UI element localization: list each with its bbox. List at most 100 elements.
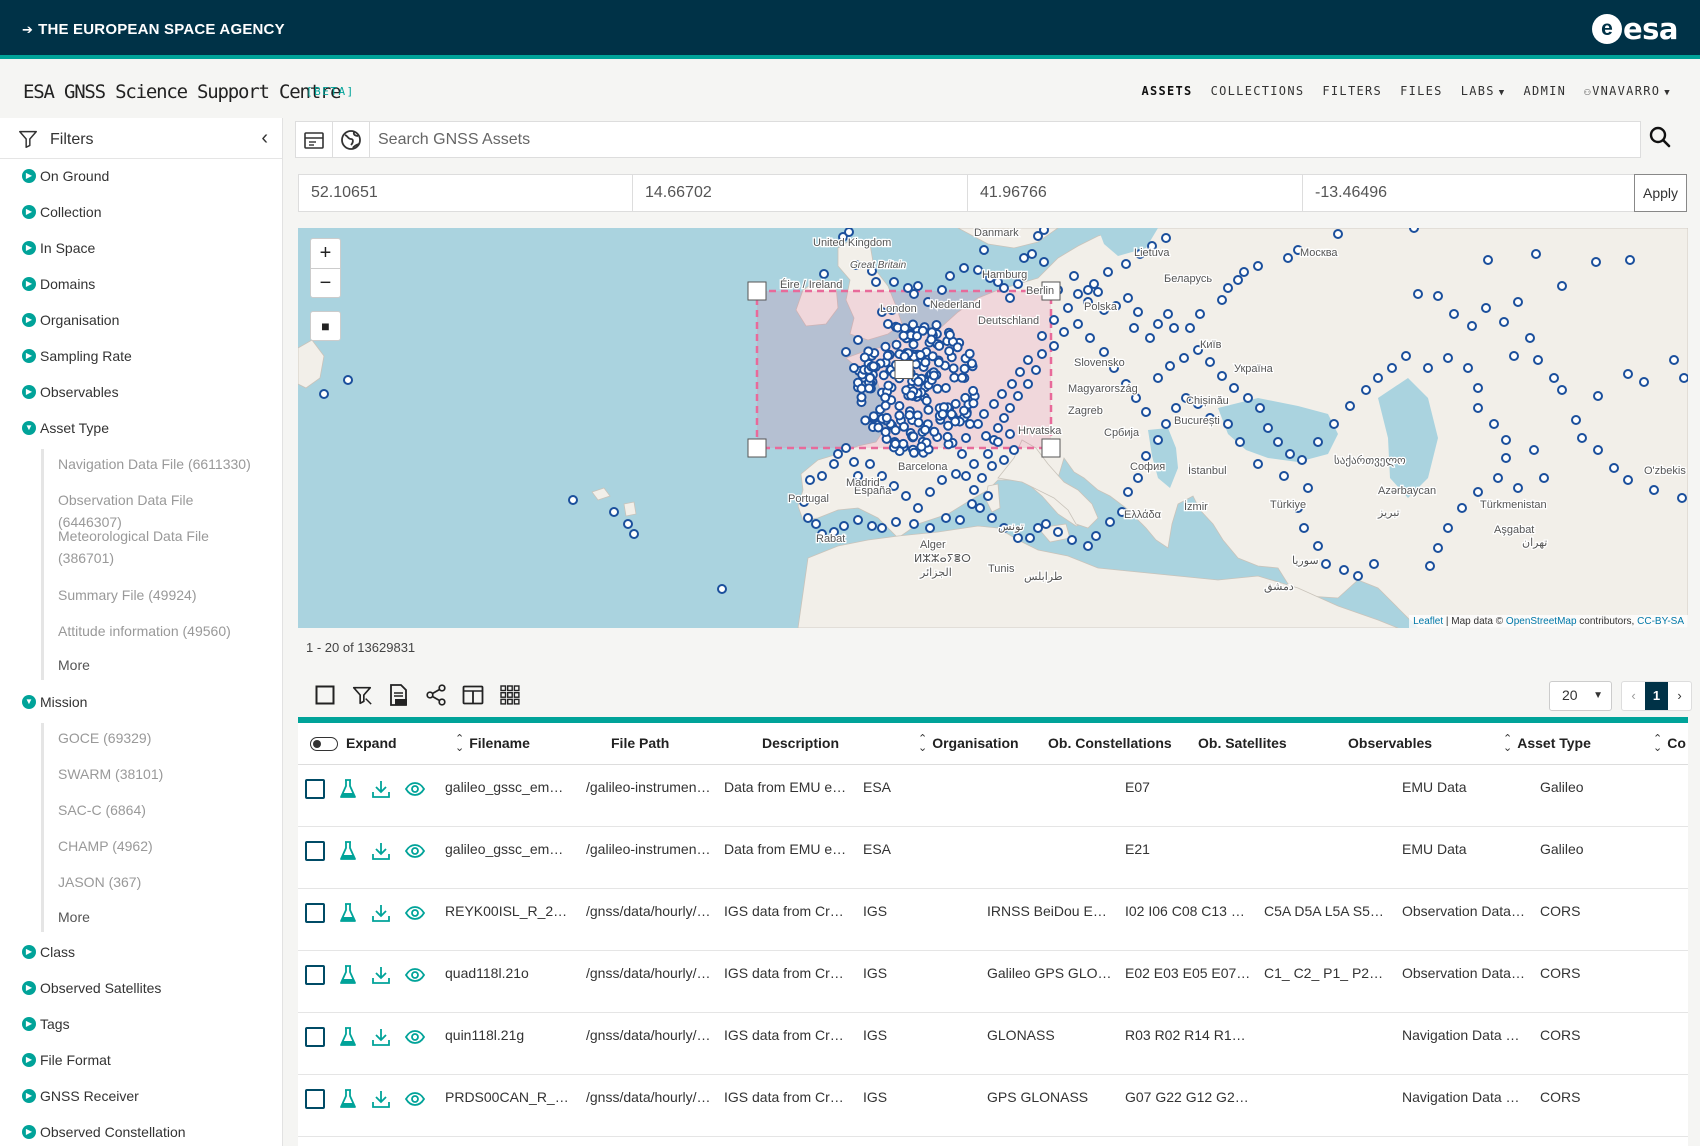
station-marker[interactable] bbox=[913, 503, 923, 513]
station-marker[interactable] bbox=[979, 245, 989, 255]
station-marker[interactable] bbox=[961, 471, 971, 481]
apply-bbox-button[interactable]: Apply bbox=[1634, 174, 1687, 212]
station-marker[interactable] bbox=[1067, 535, 1077, 545]
station-marker[interactable] bbox=[829, 459, 839, 469]
station-marker[interactable] bbox=[942, 431, 953, 442]
station-marker[interactable] bbox=[844, 228, 854, 237]
cell-filename[interactable]: PRDS00CAN_R_… bbox=[445, 1089, 570, 1105]
prev-page-button[interactable]: ‹ bbox=[1622, 682, 1645, 710]
station-marker[interactable] bbox=[1131, 393, 1141, 403]
station-marker[interactable] bbox=[1649, 485, 1659, 495]
facet-on-ground[interactable]: ▶ On Ground bbox=[22, 168, 109, 184]
station-marker[interactable] bbox=[883, 380, 894, 391]
nav-collections[interactable]: COLLECTIONS bbox=[1211, 84, 1305, 98]
station-marker[interactable] bbox=[1169, 323, 1179, 333]
station-marker[interactable] bbox=[952, 342, 963, 353]
station-marker[interactable] bbox=[999, 455, 1009, 465]
station-marker[interactable] bbox=[944, 346, 955, 357]
station-marker[interactable] bbox=[899, 323, 910, 334]
station-marker[interactable] bbox=[977, 473, 987, 483]
facet-collection[interactable]: ▶ Collection bbox=[22, 204, 101, 220]
station-marker[interactable] bbox=[1373, 373, 1383, 383]
station-marker[interactable] bbox=[1571, 415, 1581, 425]
station-marker[interactable] bbox=[1217, 371, 1227, 381]
station-marker[interactable] bbox=[906, 390, 917, 401]
facet-gnss-receiver[interactable]: ▶ GNSS Receiver bbox=[22, 1088, 139, 1104]
station-marker[interactable] bbox=[949, 372, 960, 383]
cell-filename[interactable]: galileo_gssc_em… bbox=[445, 841, 570, 857]
station-marker[interactable] bbox=[929, 426, 940, 437]
app-title[interactable]: ESA GNSS Science Support Centre bbox=[23, 81, 342, 103]
station-marker[interactable] bbox=[908, 339, 919, 350]
expand-toggle[interactable] bbox=[310, 737, 338, 751]
row-checkbox[interactable] bbox=[305, 965, 325, 985]
station-marker[interactable] bbox=[1457, 503, 1467, 513]
station-marker[interactable] bbox=[1513, 483, 1523, 493]
station-marker[interactable] bbox=[853, 335, 863, 345]
facet-file-format[interactable]: ▶ File Format bbox=[22, 1052, 111, 1068]
facet-observed-constellation[interactable]: ▶ Observed Constellation bbox=[22, 1124, 186, 1140]
nav-admin[interactable]: ADMIN bbox=[1524, 84, 1567, 98]
station-marker[interactable] bbox=[1283, 253, 1293, 263]
license-link[interactable]: CC-BY-SA bbox=[1637, 616, 1684, 627]
cell-filename[interactable]: REYK00ISL_R_2… bbox=[445, 903, 570, 919]
station-marker[interactable] bbox=[1433, 291, 1443, 301]
station-marker[interactable] bbox=[1623, 475, 1633, 485]
station-marker[interactable] bbox=[1059, 327, 1069, 337]
station-marker[interactable] bbox=[1027, 249, 1037, 259]
station-marker[interactable] bbox=[909, 447, 919, 458]
bbox-east-input[interactable] bbox=[633, 174, 968, 212]
station-marker[interactable] bbox=[1443, 523, 1453, 533]
station-marker[interactable] bbox=[819, 269, 829, 279]
cell-filename[interactable]: quin118l.21g bbox=[445, 1027, 570, 1043]
search-icon[interactable] bbox=[1649, 126, 1671, 148]
table-row[interactable]: quin118l.21g/gnss/data/hourly/… IGS data … bbox=[298, 1013, 1688, 1075]
station-marker[interactable] bbox=[1085, 333, 1095, 343]
zoom-in-button[interactable]: + bbox=[311, 239, 340, 268]
next-page-button[interactable]: › bbox=[1668, 682, 1691, 710]
station-marker[interactable] bbox=[1205, 357, 1215, 367]
station-marker[interactable] bbox=[999, 413, 1009, 423]
station-marker[interactable] bbox=[975, 503, 985, 513]
station-marker[interactable] bbox=[981, 431, 991, 441]
station-marker[interactable] bbox=[1639, 377, 1649, 387]
station-marker[interactable] bbox=[968, 385, 979, 396]
station-marker[interactable] bbox=[1625, 255, 1635, 265]
station-marker[interactable] bbox=[983, 449, 993, 459]
station-marker[interactable] bbox=[717, 584, 727, 594]
station-marker[interactable] bbox=[1013, 391, 1023, 401]
station-marker[interactable] bbox=[1539, 473, 1549, 483]
station-marker[interactable] bbox=[961, 433, 971, 443]
flask-icon[interactable] bbox=[339, 903, 357, 923]
station-marker[interactable] bbox=[865, 373, 875, 383]
station-marker[interactable] bbox=[967, 499, 977, 509]
bbox-resize-handle[interactable] bbox=[747, 438, 767, 458]
col-filename[interactable]: ⌃ ⌄ Filename bbox=[455, 734, 530, 754]
facet-class[interactable]: ▶ Class bbox=[22, 944, 75, 960]
station-marker[interactable] bbox=[877, 523, 887, 533]
station-marker[interactable] bbox=[1099, 347, 1109, 357]
col-more[interactable]: ⌃ ⌄ Co bbox=[1653, 734, 1686, 754]
download-icon[interactable] bbox=[371, 779, 391, 799]
station-marker[interactable] bbox=[1423, 363, 1433, 373]
station-marker[interactable] bbox=[989, 399, 999, 409]
station-marker[interactable] bbox=[909, 289, 919, 299]
more-options-link[interactable]: More bbox=[58, 654, 258, 676]
facet-tags[interactable]: ▶ Tags bbox=[22, 1016, 70, 1032]
eye-icon[interactable] bbox=[405, 967, 425, 983]
station-marker[interactable] bbox=[881, 412, 892, 423]
station-marker[interactable] bbox=[1493, 473, 1503, 483]
station-marker[interactable] bbox=[1025, 533, 1035, 543]
station-marker[interactable] bbox=[987, 513, 997, 523]
nav-user-menu[interactable]: ⚇VNAVARRO ▼ bbox=[1584, 84, 1671, 98]
station-marker[interactable] bbox=[1133, 473, 1143, 483]
station-marker[interactable] bbox=[1153, 319, 1163, 329]
station-marker[interactable] bbox=[937, 285, 947, 295]
facet-asset-type[interactable]: ▼ Asset Type bbox=[22, 420, 109, 436]
station-marker[interactable] bbox=[948, 363, 959, 374]
station-marker[interactable] bbox=[1129, 323, 1139, 333]
download-icon[interactable] bbox=[371, 841, 391, 861]
station-marker[interactable] bbox=[894, 401, 905, 411]
station-marker[interactable] bbox=[1501, 435, 1511, 445]
station-marker[interactable] bbox=[916, 441, 927, 452]
